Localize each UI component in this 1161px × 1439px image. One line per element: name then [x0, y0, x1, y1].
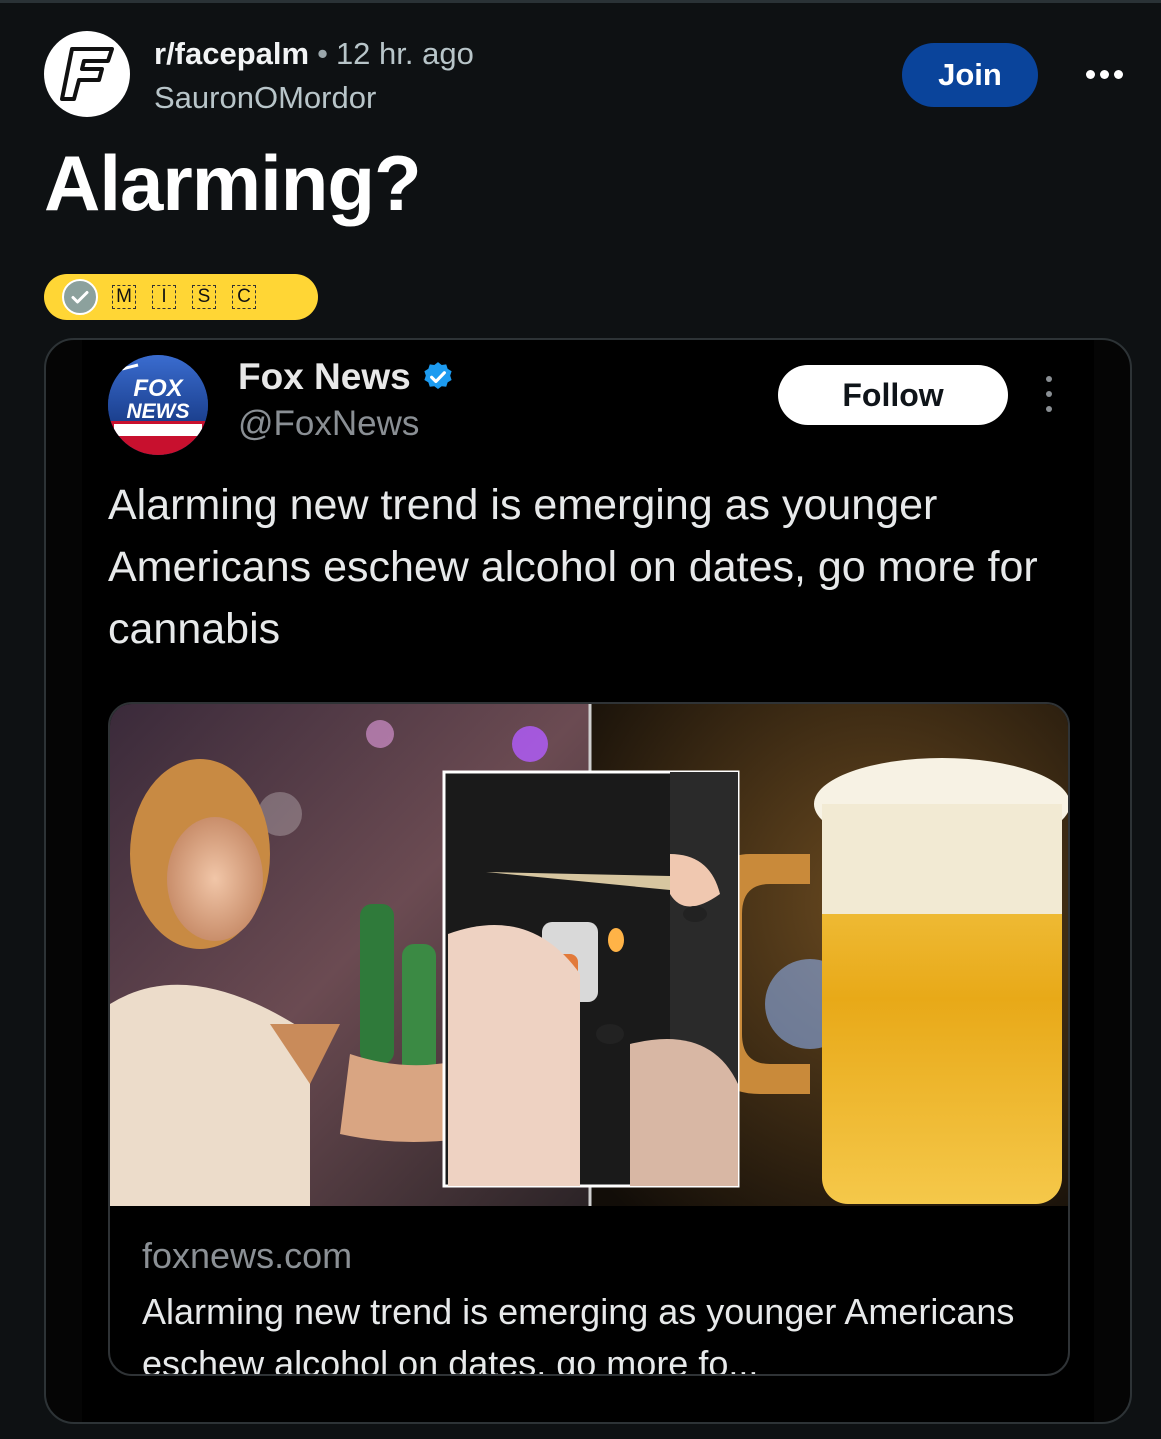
fox-news-logo: FOX NEWS: [108, 355, 208, 455]
verified-badge-icon: [424, 362, 452, 390]
follow-button: Follow: [778, 365, 1008, 425]
flair-text: M I S C: [112, 285, 256, 309]
more-options-icon[interactable]: [1080, 56, 1128, 92]
account-name[interactable]: Fox News: [238, 355, 455, 399]
post-title[interactable]: Alarming?: [44, 137, 422, 229]
flair-letter: M: [112, 285, 136, 309]
link-domain: foxnews.com: [142, 1235, 353, 1276]
account-handle: @FoxNews: [238, 404, 420, 443]
subreddit-avatar[interactable]: [44, 31, 130, 117]
post-time: 12 hr. ago: [335, 36, 474, 71]
facepalm-logo-icon: [60, 47, 114, 101]
join-button[interactable]: Join: [902, 43, 1038, 107]
tweet-text: Alarming new trend is emerging as younge…: [108, 481, 1038, 653]
link-title: Alarming new trend is emerging as younge…: [142, 1291, 1015, 1376]
post-flair[interactable]: M I S C: [44, 274, 318, 320]
svg-text:FOX: FOX: [133, 375, 184, 402]
flair-letter: I: [152, 285, 176, 309]
meta-separator: •: [317, 36, 328, 71]
post-author[interactable]: SauronOMordor: [154, 79, 376, 117]
account-name-text: Fox News: [238, 356, 411, 397]
link-preview-card: foxnews.com Alarming new trend is emergi…: [108, 702, 1070, 1376]
article-photo: [110, 704, 1068, 1206]
subreddit-name[interactable]: r/facepalm: [154, 36, 309, 71]
flair-letter: S: [192, 285, 216, 309]
tweet-more-icon: [1042, 376, 1056, 412]
svg-text:NEWS: NEWS: [127, 400, 190, 423]
flair-letter: C: [232, 285, 256, 309]
post-meta: r/facepalm • 12 hr. ago: [154, 35, 474, 73]
check-badge-icon: [62, 279, 98, 315]
top-divider: [0, 0, 1161, 3]
